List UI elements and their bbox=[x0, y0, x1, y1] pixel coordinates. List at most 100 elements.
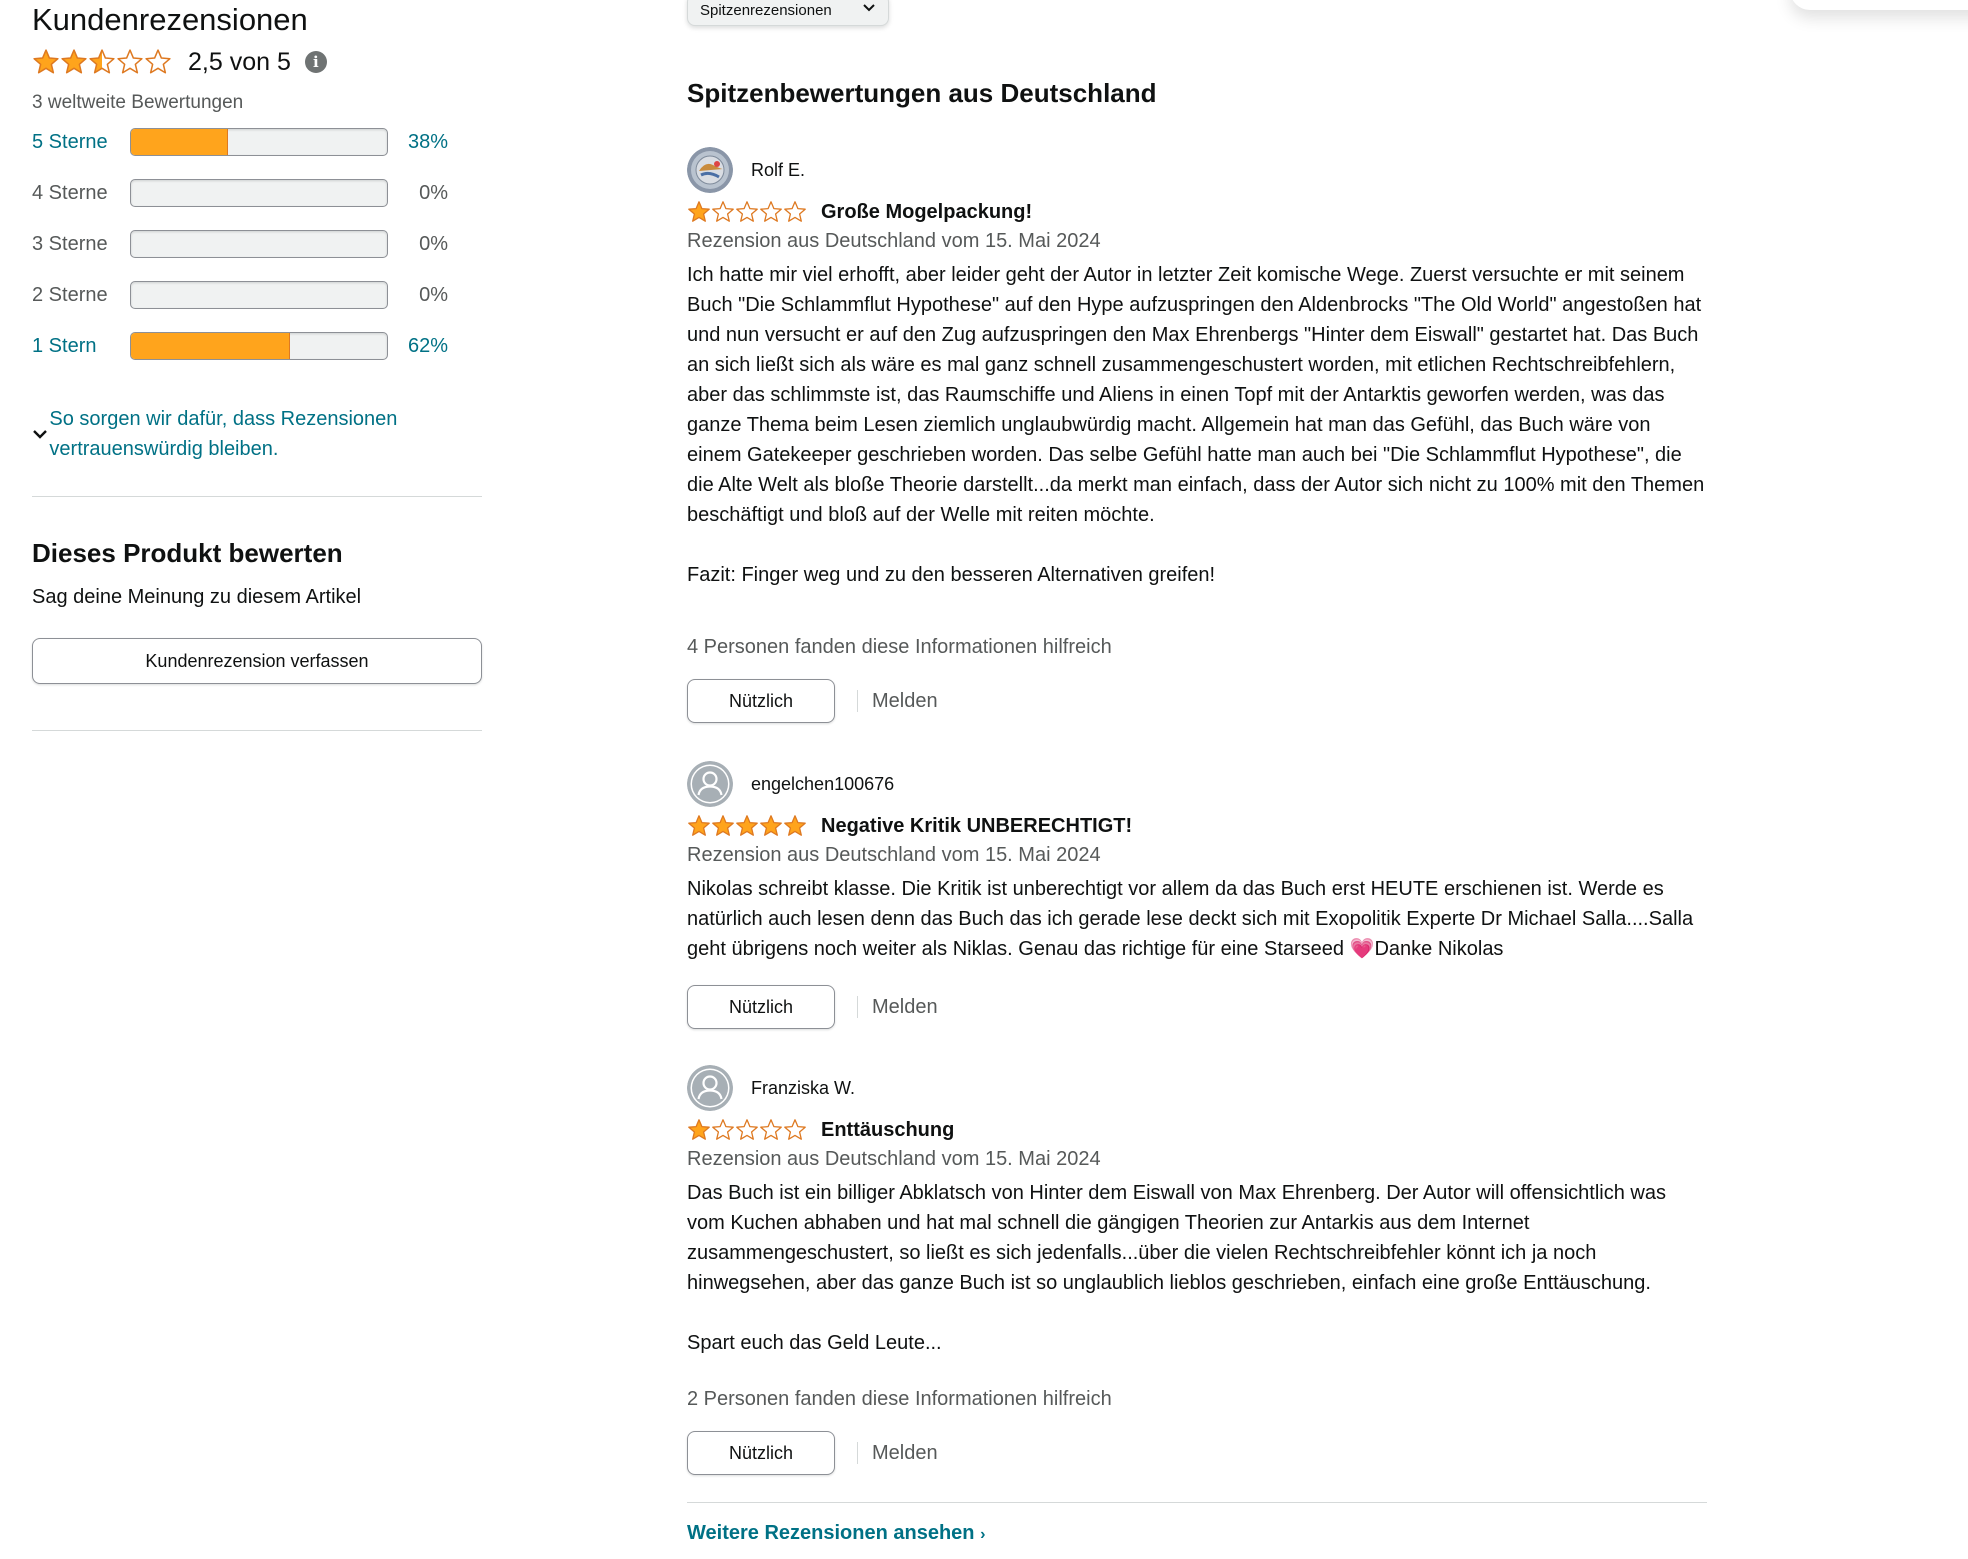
avatar bbox=[687, 1065, 733, 1111]
write-review-button[interactable]: Kundenrezension verfassen bbox=[32, 638, 482, 684]
global-ratings-count: 3 weltweite Bewertungen bbox=[32, 92, 244, 113]
reviewer-name[interactable]: Rolf E. bbox=[751, 160, 805, 181]
chevron-down-icon[interactable] bbox=[32, 422, 49, 464]
histogram-row[interactable]: 1 Stern 62% bbox=[32, 329, 462, 363]
star-icon bbox=[760, 815, 782, 836]
review-stars bbox=[687, 1118, 807, 1142]
reviewer-profile[interactable]: Franziska W. bbox=[687, 1064, 855, 1112]
review-body: Nikolas schreibt klasse. Die Kritik ist … bbox=[687, 878, 1699, 960]
histogram-bar bbox=[130, 281, 388, 309]
review-header[interactable]: Große Mogelpackung! bbox=[687, 198, 1032, 226]
rate-product-title: Dieses Produkt bewerten bbox=[32, 538, 343, 568]
corner-popover-edge bbox=[1790, 0, 1968, 10]
reviewer-name[interactable]: engelchen100676 bbox=[751, 774, 894, 795]
histogram-bar bbox=[130, 230, 388, 258]
rate-product-subtitle: Sag deine Meinung zu diesem Artikel bbox=[32, 586, 362, 608]
star-icon bbox=[784, 1119, 806, 1140]
histogram-fill bbox=[131, 333, 290, 359]
star-icon bbox=[712, 815, 734, 836]
star-icon bbox=[784, 201, 806, 222]
ratings-title: Kundenrezensionen bbox=[32, 2, 308, 37]
review-actions: Nützlich Melden bbox=[687, 678, 938, 724]
average-rating-row[interactable]: 2,5 von 5 i bbox=[32, 44, 327, 80]
histogram-bar bbox=[130, 332, 388, 360]
histogram-percent: 0% bbox=[419, 181, 448, 204]
reviewer-profile[interactable]: engelchen100676 bbox=[687, 760, 894, 808]
star-icon bbox=[33, 49, 59, 74]
histogram-bar bbox=[130, 128, 388, 156]
divider bbox=[32, 496, 482, 497]
star-icon bbox=[117, 49, 143, 74]
review-header[interactable]: Negative Kritik UNBERECHTIGT! bbox=[687, 812, 1132, 840]
avatar bbox=[687, 147, 733, 193]
histogram-row[interactable]: 5 Sterne 38% bbox=[32, 125, 462, 159]
histogram-label: 3 Sterne bbox=[32, 232, 108, 255]
histogram-percent[interactable]: 38% bbox=[388, 131, 448, 154]
trust-disclosure[interactable]: So sorgen wir dafür, dass Rezensionen ve… bbox=[32, 404, 472, 464]
trust-link[interactable]: So sorgen wir dafür, dass Rezensionen ve… bbox=[49, 404, 472, 464]
review-stars bbox=[687, 814, 807, 838]
histogram-fill bbox=[131, 129, 229, 155]
review-body: Ich hatte mir viel erhofft, aber leider … bbox=[687, 264, 1705, 586]
divider bbox=[857, 690, 858, 712]
star-icon bbox=[712, 201, 734, 222]
star-icon bbox=[784, 815, 806, 836]
review-date: Rezension aus Deutschland vom 15. Mai 20… bbox=[687, 844, 1101, 866]
histogram-percent[interactable]: 62% bbox=[388, 335, 448, 358]
histogram-label[interactable]: 1 Stern bbox=[32, 335, 130, 358]
divider bbox=[857, 996, 858, 1018]
histogram-percent: 0% bbox=[419, 232, 448, 255]
review-title[interactable]: Große Mogelpackung! bbox=[821, 201, 1032, 224]
chevron-down-icon bbox=[862, 0, 876, 16]
star-icon bbox=[145, 49, 171, 74]
review-title[interactable]: Negative Kritik UNBERECHTIGT! bbox=[821, 815, 1132, 838]
star-icon bbox=[61, 49, 87, 74]
star-icon bbox=[89, 49, 115, 74]
histogram-label: 4 Sterne bbox=[32, 181, 108, 204]
chevron-right-icon: › bbox=[980, 1526, 986, 1543]
star-icon bbox=[736, 815, 758, 836]
helpful-button[interactable]: Nützlich bbox=[687, 679, 835, 723]
review-actions: Nützlich Melden bbox=[687, 1430, 938, 1476]
star-icon bbox=[712, 1119, 734, 1140]
avatar bbox=[687, 761, 733, 807]
histogram-label: 2 Sterne bbox=[32, 283, 108, 306]
star-icon bbox=[760, 201, 782, 222]
histogram-row: 3 Sterne 0% bbox=[32, 227, 462, 261]
reviewer-profile[interactable]: Rolf E. bbox=[687, 146, 805, 194]
divider bbox=[687, 1502, 1707, 1503]
star-icon bbox=[688, 201, 710, 222]
report-link[interactable]: Melden bbox=[872, 690, 938, 713]
reviewer-name[interactable]: Franziska W. bbox=[751, 1078, 855, 1099]
divider bbox=[857, 1442, 858, 1464]
star-icon bbox=[736, 1119, 758, 1140]
review-date: Rezension aus Deutschland vom 15. Mai 20… bbox=[687, 230, 1101, 252]
average-rating-text: 2,5 von 5 bbox=[188, 47, 291, 76]
star-icon bbox=[688, 1119, 710, 1140]
more-reviews-link[interactable]: Weitere Rezensionen ansehen › bbox=[687, 1522, 985, 1545]
helpful-count: 2 Personen fanden diese Informationen hi… bbox=[687, 1388, 1112, 1410]
review-title[interactable]: Enttäuschung bbox=[821, 1119, 954, 1142]
sort-selected-label: Spitzenrezensionen bbox=[700, 1, 832, 19]
review-date: Rezension aus Deutschland vom 15. Mai 20… bbox=[687, 1148, 1101, 1170]
review-actions: Nützlich Melden bbox=[687, 984, 938, 1030]
star-icon bbox=[736, 201, 758, 222]
divider bbox=[32, 730, 482, 731]
histogram-label[interactable]: 5 Sterne bbox=[32, 131, 130, 154]
review-stars bbox=[687, 200, 807, 224]
histogram-percent: 0% bbox=[419, 283, 448, 306]
info-icon[interactable]: i bbox=[304, 51, 327, 73]
report-link[interactable]: Melden bbox=[872, 1442, 938, 1465]
histogram-row: 2 Sterne 0% bbox=[32, 278, 462, 312]
review-body: Das Buch ist ein billiger Abklatsch von … bbox=[687, 1182, 1666, 1354]
more-reviews-label[interactable]: Weitere Rezensionen ansehen bbox=[687, 1522, 975, 1544]
helpful-count: 4 Personen fanden diese Informationen hi… bbox=[687, 636, 1112, 658]
helpful-button[interactable]: Nützlich bbox=[687, 985, 835, 1029]
star-icon bbox=[760, 1119, 782, 1140]
sort-dropdown[interactable]: Spitzenrezensionen bbox=[687, 0, 889, 26]
helpful-button[interactable]: Nützlich bbox=[687, 1431, 835, 1475]
review-header[interactable]: Enttäuschung bbox=[687, 1116, 954, 1144]
report-link[interactable]: Melden bbox=[872, 996, 938, 1019]
star-icon bbox=[688, 815, 710, 836]
histogram-row: 4 Sterne 0% bbox=[32, 176, 462, 210]
